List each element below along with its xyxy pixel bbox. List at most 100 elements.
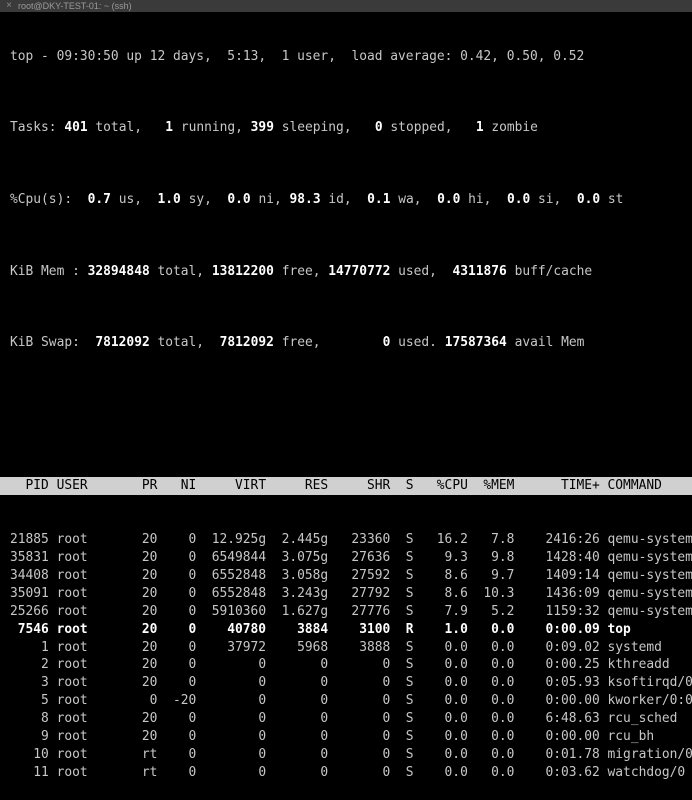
cell-command: kthreadd xyxy=(607,657,670,673)
cell-command: systemd xyxy=(607,639,662,655)
tasks-total: 401 xyxy=(64,120,88,136)
tasks-total-label: total, xyxy=(95,120,142,136)
cell-state: S xyxy=(405,639,414,655)
cell-mem: 0.0 xyxy=(491,746,515,762)
table-row: 11 root rt 0 0 0 0 S 0.0 0.0 0:03.62 wat… xyxy=(10,764,692,782)
table-row: 21885 root 20 0 12.925g 2.445g 23360 S 1… xyxy=(10,531,692,549)
tasks-stopped: 0 xyxy=(374,120,383,136)
cell-cpu: 1.0 xyxy=(444,621,468,637)
cell-state: S xyxy=(405,728,414,744)
table-row: 3 root 20 0 0 0 0 S 0.0 0.0 0:05.93 ksof… xyxy=(10,674,692,692)
cell-virt: 0 xyxy=(258,657,267,673)
cell-res: 0 xyxy=(320,728,329,744)
cell-user: root xyxy=(56,728,88,744)
cell-time: 0:00.09 xyxy=(545,621,600,637)
cell-res: 3.243g xyxy=(281,585,329,601)
cell-res: 0 xyxy=(320,675,329,691)
cell-time: 1428:40 xyxy=(545,550,600,566)
table-row: 5 root 0 -20 0 0 0 S 0.0 0.0 0:00.00 kwo… xyxy=(10,692,692,710)
cell-ni: 0 xyxy=(188,550,197,566)
cell-pid: 35091 xyxy=(10,585,49,601)
cpu-si: 0.0 xyxy=(506,192,531,208)
cell-state: S xyxy=(405,746,414,762)
table-row: 8 root 20 0 0 0 0 S 0.0 0.0 6:48.63 rcu_… xyxy=(10,710,692,728)
tasks-zombie-label: zombie xyxy=(491,120,538,136)
cell-pid: 35831 xyxy=(10,550,49,566)
cell-pr: 20 xyxy=(141,567,158,583)
cell-mem: 7.8 xyxy=(491,532,515,548)
table-row: 35091 root 20 0 6552848 3.243g 27792 S 8… xyxy=(10,585,692,603)
mem-free: 13812200 xyxy=(211,263,274,279)
cell-ni: 0 xyxy=(188,603,197,619)
cell-virt: 37972 xyxy=(227,639,267,655)
column-header-command: COMMAND xyxy=(607,478,662,494)
cell-pr: 20 xyxy=(141,550,158,566)
cell-state: S xyxy=(405,711,414,727)
column-header-cpu: %CPU xyxy=(436,478,468,494)
cell-virt: 6552848 xyxy=(211,567,267,583)
column-header-pr: PR xyxy=(141,478,158,494)
mem-used-label: used, xyxy=(398,263,437,279)
swap-avail-label: avail Mem xyxy=(514,335,585,351)
cell-time: 1436:09 xyxy=(545,585,600,601)
cell-command: top xyxy=(607,621,631,637)
cell-virt: 12.925g xyxy=(211,532,267,548)
table-row: 35831 root 20 0 6549844 3.075g 27636 S 9… xyxy=(10,549,692,567)
cell-virt: 0 xyxy=(258,764,267,780)
cell-state: S xyxy=(405,532,414,548)
cell-user: root xyxy=(56,746,88,762)
column-header-ni: NI xyxy=(180,478,197,494)
cell-command: watchdog/0 xyxy=(607,764,686,780)
cell-res: 3884 xyxy=(297,621,329,637)
cell-ni: 0 xyxy=(188,711,197,727)
table-row: 1 root 20 0 37972 5968 3888 S 0.0 0.0 0:… xyxy=(10,639,692,657)
cell-ni: 0 xyxy=(188,621,197,637)
swap-label: KiB Swap: xyxy=(10,335,80,351)
cpu-hi: 0.0 xyxy=(437,192,461,208)
cell-user: root xyxy=(56,711,88,727)
cell-command: qemu-system-x86 xyxy=(607,567,692,583)
cell-virt: 6549844 xyxy=(211,550,267,566)
process-table: 21885 root 20 0 12.925g 2.445g 23360 S 1… xyxy=(10,531,692,781)
cell-mem: 0.0 xyxy=(491,675,515,691)
cell-pid: 2 xyxy=(41,657,49,673)
cell-res: 0 xyxy=(320,764,329,780)
cell-ni: 0 xyxy=(188,657,197,673)
cell-time: 0:00.00 xyxy=(545,693,600,709)
swap-used: 0 xyxy=(382,335,391,351)
cell-mem: 0.0 xyxy=(491,764,515,780)
column-header-time: TIME+ xyxy=(560,478,600,494)
cell-user: root xyxy=(56,764,88,780)
cell-mem: 0.0 xyxy=(491,657,515,673)
cpu-sy: 1.0 xyxy=(157,192,181,208)
cell-shr: 27592 xyxy=(351,567,391,583)
cell-user: root xyxy=(56,693,88,709)
cell-pid: 11 xyxy=(33,764,49,780)
swap-total: 7812092 xyxy=(95,335,150,351)
cell-time: 0:05.93 xyxy=(545,675,600,691)
mem-buff-label: buff/cache xyxy=(514,263,593,279)
cell-command: rcu_bh xyxy=(607,728,655,744)
cell-command: qemu-system-x86 xyxy=(607,585,692,601)
column-header-shr: SHR xyxy=(366,478,391,494)
cell-command: rcu_sched xyxy=(607,711,678,727)
uptime-line: top - 09:30:50 up 12 days, 5:13, 1 user,… xyxy=(10,48,585,64)
table-row: 7546 root 20 0 40780 3884 3100 R 1.0 0.0… xyxy=(10,621,692,639)
cell-mem: 0.0 xyxy=(491,693,515,709)
cell-pr: rt xyxy=(141,746,158,762)
cell-ni: -20 xyxy=(172,693,197,709)
close-icon[interactable]: × xyxy=(0,0,18,12)
cell-res: 2.445g xyxy=(281,532,329,548)
cell-shr: 3100 xyxy=(359,621,391,637)
cell-time: 6:48.63 xyxy=(545,711,600,727)
cell-cpu: 0.0 xyxy=(444,746,468,762)
cell-pr: 0 xyxy=(149,693,158,709)
cpu-st-label: st xyxy=(607,192,624,208)
cell-time: 1159:32 xyxy=(545,603,600,619)
cell-user: root xyxy=(56,532,88,548)
cell-virt: 0 xyxy=(258,746,267,762)
cell-pid: 9 xyxy=(41,728,49,744)
cell-pid: 3 xyxy=(41,675,49,691)
cell-pid: 10 xyxy=(33,746,49,762)
